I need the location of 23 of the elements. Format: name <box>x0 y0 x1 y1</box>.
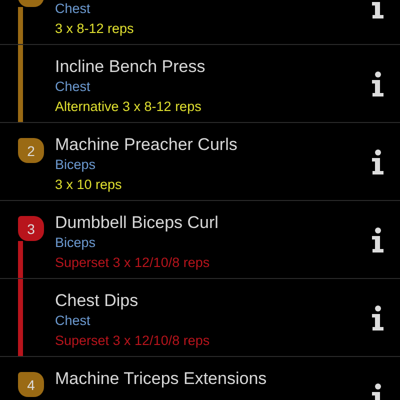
info-icon[interactable] <box>371 0 385 18</box>
group-badge: 3 <box>18 216 44 241</box>
info-icon[interactable] <box>371 304 385 330</box>
exercise-name: Dumbbell Biceps Curl <box>55 213 220 233</box>
group-badge: 4 <box>18 372 44 397</box>
muscle-label: Chest <box>55 312 90 330</box>
exercise-name: Incline Bench Press <box>55 57 206 77</box>
muscle-label: Biceps <box>55 234 96 252</box>
muscle-label: Chest <box>55 0 90 18</box>
sets-label: 3 x 10 reps <box>55 176 122 194</box>
exercise-name: Chest Dips <box>55 291 140 311</box>
muscle-label: Chest <box>55 78 90 96</box>
muscle-label: Biceps <box>55 156 96 174</box>
exercise-name: Machine Preacher Curls <box>55 135 238 155</box>
info-icon[interactable] <box>371 70 385 96</box>
sets-label: Superset 3 x 12/10/8 reps <box>55 254 210 272</box>
sets-label: 3 x 8-12 reps <box>55 20 134 38</box>
info-icon[interactable] <box>371 226 385 252</box>
info-icon[interactable] <box>371 148 385 174</box>
exercise-name: Machine Triceps Extensions <box>55 369 268 389</box>
sets-label: Alternative 3 x 8-12 reps <box>55 98 202 116</box>
sets-label: Superset 3 x 12/10/8 reps <box>55 332 210 350</box>
group-badge: 2 <box>18 138 44 163</box>
